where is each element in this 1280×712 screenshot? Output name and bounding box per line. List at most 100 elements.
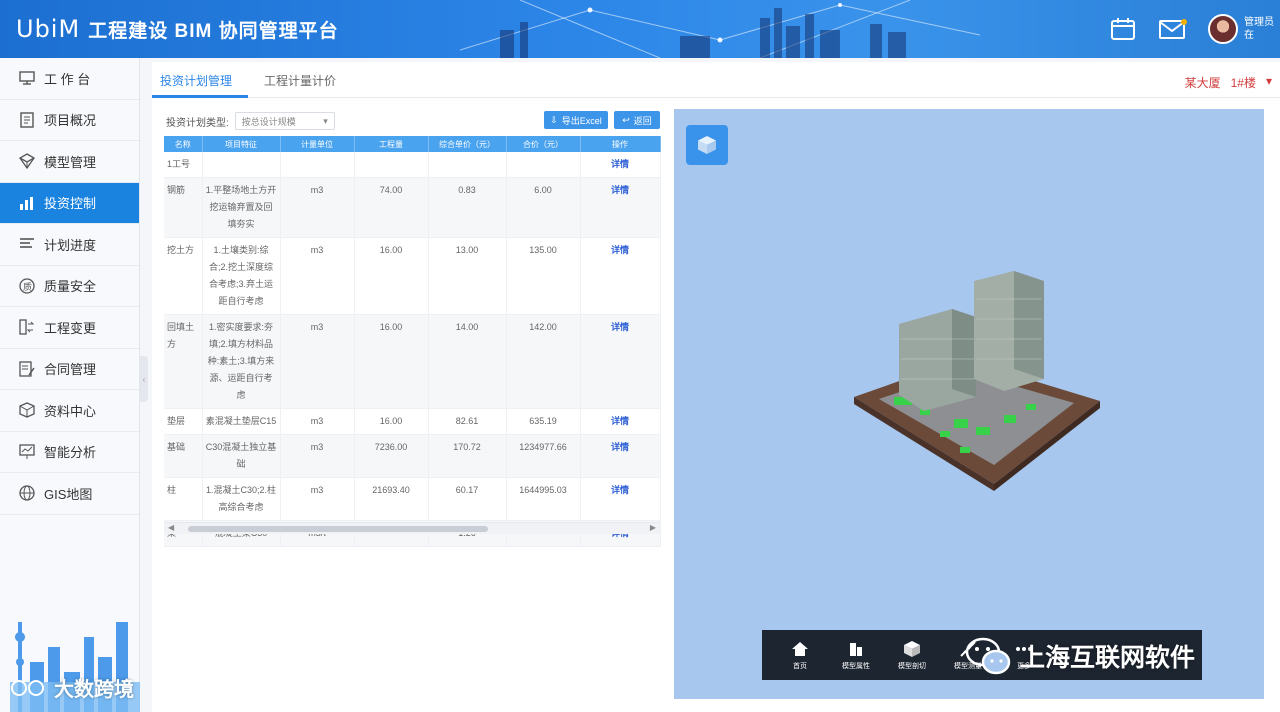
table-row: 回填土方 1.密实度要求:夯填;2.填方材料品种:素土;3.填方来源、运距自行考…	[164, 314, 661, 409]
sidebar-item-workbench[interactable]: 工 作 台	[0, 58, 139, 100]
column-header[interactable]: 工程量	[354, 136, 429, 152]
document-icon	[18, 111, 36, 129]
cell-unit: m3	[280, 237, 355, 315]
bim-3d-viewer[interactable]: 首页 模型属性 模型剖切 模型测量 更多 上海互联网软件	[674, 109, 1264, 699]
detail-link[interactable]: 详情	[611, 245, 629, 255]
user-avatar[interactable]	[1208, 14, 1238, 44]
project-selector[interactable]: 某大厦 1#楼 ▾	[1185, 74, 1272, 91]
back-button[interactable]: ↩ 返回	[614, 111, 660, 129]
investment-plan-table: 名称 项目特征 计量单位 工程量 综合单价（元） 合价（元） 操作 1工号 详情…	[164, 136, 661, 547]
plan-type-filter: 投资计划类型: 按总设计规模 ▾	[166, 112, 335, 130]
building-model[interactable]	[854, 269, 1104, 499]
tab-bar: 投资计划管理 工程计量计价 某大厦 1#楼 ▾	[152, 62, 1280, 98]
cell-qty: 16.00	[354, 314, 429, 409]
sidebar-item-contract[interactable]: 合同管理	[0, 349, 139, 390]
sidebar-item-project-overview[interactable]: 项目概况	[0, 100, 139, 141]
detail-link[interactable]: 详情	[611, 322, 629, 332]
detail-link[interactable]: 详情	[611, 485, 629, 495]
cell-unit: m3	[280, 408, 355, 435]
bar-chart-icon	[18, 194, 36, 212]
mail-icon[interactable]	[1158, 14, 1188, 44]
sidebar-item-label: 工程变更	[44, 320, 97, 336]
table-row: 1工号 详情	[164, 152, 661, 178]
detail-link[interactable]: 详情	[611, 442, 629, 452]
detail-link[interactable]: 详情	[611, 159, 629, 169]
sidebar-item-gis-map[interactable]: GIS地图	[0, 473, 139, 515]
sidebar: 工 作 台 项目概况 模型管理 投资控制 计划进度 质 质量安全 工程变更 合同	[0, 58, 140, 712]
column-header[interactable]: 合价（元）	[506, 136, 581, 152]
sidebar-item-smart-analysis[interactable]: 智能分析	[0, 432, 139, 473]
cell-total: 635.19	[506, 408, 581, 435]
cube-icon	[698, 136, 716, 154]
toolbar-label: 模型属性	[842, 662, 870, 670]
chevron-down-icon: ▾	[323, 115, 328, 126]
cell-feature: 1.平整场地土方开挖运输弃置及回填夯实	[202, 177, 281, 238]
column-header[interactable]: 计量单位	[280, 136, 355, 152]
column-header[interactable]: 操作	[580, 136, 661, 152]
column-header[interactable]: 名称	[164, 136, 203, 152]
cell-feature: 1.土壤类别:综合;2.挖土深度综合考虑;3.弃土运距自行考虑	[202, 237, 281, 315]
detail-link[interactable]: 详情	[611, 416, 629, 426]
list-icon	[18, 235, 36, 253]
plan-type-value: 按总设计规模	[241, 116, 296, 127]
cell-qty: 16.00	[354, 237, 429, 315]
scroll-thumb[interactable]	[188, 526, 488, 532]
active-tab-indicator	[152, 95, 248, 98]
cell-feature: 1.混凝土C30;2.柱高综合考虑	[202, 477, 281, 521]
toolbar-section-button[interactable]: 模型剖切	[892, 640, 932, 671]
sidebar-item-model-management[interactable]: 模型管理	[0, 141, 139, 183]
cell-unit: m3	[280, 434, 355, 478]
watermark-text: 大数跨境	[54, 679, 134, 701]
home-icon	[792, 641, 808, 656]
sidebar-item-label: 项目概况	[44, 113, 97, 129]
filter-label: 投资计划类型:	[166, 117, 229, 129]
change-icon	[18, 318, 36, 336]
user-role: 在	[1244, 30, 1254, 41]
cell-name: 柱	[164, 477, 203, 521]
sidebar-item-quality-safety[interactable]: 质 质量安全	[0, 266, 139, 307]
sidebar-item-schedule[interactable]: 计划进度	[0, 224, 139, 266]
cell-feature: 素混凝土垫层C15	[202, 408, 281, 435]
sidebar-item-label: GIS地图	[44, 486, 93, 502]
scroll-right-icon[interactable]: ▶	[650, 523, 656, 532]
watermark-text: 上海互联网软件	[1020, 644, 1196, 672]
toolbar-label: 首页	[793, 662, 807, 670]
column-header[interactable]: 综合单价（元）	[428, 136, 507, 152]
table-row: 垫层 素混凝土垫层C15 m3 16.00 82.61 635.19 详情	[164, 408, 661, 435]
scroll-left-icon[interactable]: ◀	[168, 523, 174, 532]
sidebar-item-label: 计划进度	[44, 237, 97, 253]
building-name: 1#楼	[1230, 76, 1256, 90]
project-name: 某大厦	[1184, 76, 1221, 90]
tab-investment-plan[interactable]: 投资计划管理	[160, 72, 232, 89]
table-horizontal-scrollbar[interactable]: ◀ ▶	[164, 522, 660, 534]
cell-unit	[280, 152, 355, 178]
cell-total	[506, 152, 581, 178]
wechat-icon	[965, 637, 1011, 675]
sidebar-item-investment-control[interactable]: 投资控制	[0, 182, 139, 224]
logo[interactable]: UbiM 工程建设 BIM 协同管理平台	[16, 12, 339, 46]
cell-qty: 74.00	[354, 177, 429, 238]
table-row: 柱 1.混凝土C30;2.柱高综合考虑 m3 21693.40 60.17 16…	[164, 477, 661, 521]
sidebar-item-data-center[interactable]: 资料中心	[0, 390, 139, 432]
toolbar-home-button[interactable]: 首页	[780, 640, 820, 671]
archive-icon	[18, 401, 36, 419]
sidebar-item-engineering-change[interactable]: 工程变更	[0, 307, 139, 349]
user-info[interactable]: 管理员 在	[1244, 16, 1274, 42]
export-excel-button[interactable]: ⇩ 导出Excel	[544, 111, 608, 129]
model-icon	[18, 152, 36, 170]
view-cube-button[interactable]	[686, 125, 728, 165]
tab-measurement-pricing[interactable]: 工程计量计价	[264, 72, 336, 89]
watermark-wechat: 上海互联网软件	[964, 636, 1195, 676]
column-header[interactable]: 项目特征	[202, 136, 281, 152]
sidebar-collapse-handle[interactable]: ‹	[140, 356, 148, 402]
skyline-decoration	[460, 0, 980, 58]
calendar-icon[interactable]	[1108, 14, 1138, 44]
detail-link[interactable]: 详情	[611, 185, 629, 195]
cell-name: 回填土方	[164, 314, 203, 409]
header-actions: 管理员 在	[1108, 8, 1274, 50]
toolbar-properties-button[interactable]: 模型属性	[836, 640, 876, 671]
building-icon	[850, 642, 862, 656]
cell-price: 60.17	[428, 477, 507, 521]
cell-price	[428, 152, 507, 178]
plan-type-select[interactable]: 按总设计规模 ▾	[234, 112, 335, 130]
